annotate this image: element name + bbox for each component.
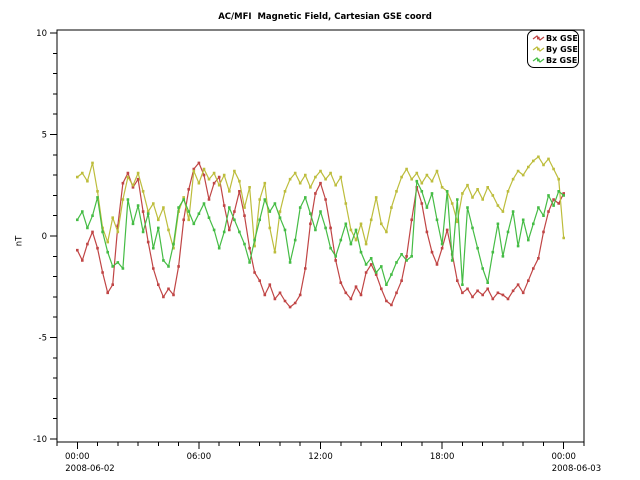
bx-series-marker-icon [532, 34, 545, 43]
series-bx-gse-line [77, 163, 563, 307]
legend-entry-bx[interactable]: Bx GSE [532, 33, 578, 44]
svg-text:06:00: 06:00 [187, 452, 212, 462]
svg-text:00:00: 00:00 [551, 452, 576, 462]
svg-text:18:00: 18:00 [430, 452, 455, 462]
legend-label-bz: Bz GSE [546, 56, 577, 65]
legend-entry-by[interactable]: By GSE [532, 44, 578, 55]
svg-text:5: 5 [42, 131, 47, 141]
svg-text:00:00: 00:00 [65, 452, 90, 462]
plot-window: AC/MFI Magnetic Field, Cartesian GSE coo… [0, 0, 640, 480]
bz-series-marker-icon [532, 56, 545, 65]
legend-entry-bz[interactable]: Bz GSE [532, 55, 578, 66]
legend: Bx GSE By GSE Bz GSE [527, 30, 579, 68]
legend-label-by: By GSE [546, 45, 578, 54]
series-by-gse [76, 156, 565, 254]
svg-text:12:00: 12:00 [308, 452, 333, 462]
svg-text:-10: -10 [33, 435, 47, 445]
by-series-marker-icon [532, 45, 545, 54]
axis-frame [57, 30, 584, 442]
series-bx-gse-markers [76, 162, 565, 309]
x-axis-end-date: 2008-06-03 [552, 464, 601, 474]
axis-tick-labels: -10 -5 0 5 10 00:00 06:00 12:00 18:00 00:00 2008-0… [33, 29, 601, 474]
svg-text:10: 10 [36, 29, 47, 39]
axis-ticks [50, 33, 584, 449]
series-by-gse-markers [76, 156, 565, 254]
x-axis-start-date: 2008-06-02 [65, 464, 114, 474]
series-bz-gse-line [77, 181, 563, 285]
svg-text:-5: -5 [39, 334, 47, 344]
series-bx-gse [76, 162, 565, 309]
legend-label-bx: Bx GSE [546, 34, 578, 43]
plot-canvas[interactable]: -10 -5 0 5 10 00:00 06:00 12:00 18:00 00:00 2008-0… [0, 0, 640, 480]
svg-text:0: 0 [42, 232, 47, 242]
